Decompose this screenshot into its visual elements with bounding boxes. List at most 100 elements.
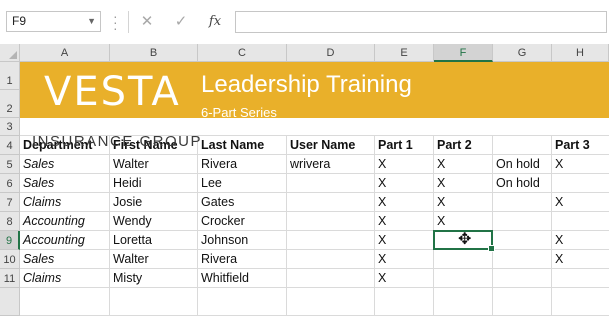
table-cell[interactable]: Wendy [110, 212, 198, 231]
row-header[interactable] [0, 288, 20, 316]
column-label-cell[interactable]: Part 2 [434, 136, 493, 155]
table-cell[interactable]: wrivera [287, 155, 375, 174]
row-number: 6 [6, 178, 13, 190]
select-all-button[interactable] [0, 44, 20, 62]
row-header[interactable]: 8 [0, 212, 20, 231]
table-cell[interactable]: X [375, 212, 434, 231]
row-header[interactable]: 6 [0, 174, 20, 193]
row-header[interactable]: 1 [0, 62, 20, 90]
table-cell[interactable]: Claims [20, 193, 110, 212]
table-cell[interactable]: Walter [110, 155, 198, 174]
table-cell[interactable] [434, 250, 493, 269]
table-cell[interactable]: Rivera [198, 250, 287, 269]
table-cell[interactable]: Loretta [110, 231, 198, 250]
table-cell[interactable] [552, 212, 609, 231]
table-cell[interactable] [287, 174, 375, 193]
formula-input[interactable] [235, 11, 607, 33]
table-cell[interactable]: Accounting [20, 231, 110, 250]
table-cell[interactable] [287, 212, 375, 231]
table-cell[interactable]: X [375, 155, 434, 174]
table-cell[interactable]: Misty [110, 269, 198, 288]
table-cell[interactable]: Johnson [198, 231, 287, 250]
table-cell[interactable]: X [375, 231, 434, 250]
table-cell[interactable] [434, 269, 493, 288]
row-number: 2 [6, 103, 13, 115]
row-header[interactable]: 11 [0, 269, 20, 288]
row-number: 5 [6, 159, 13, 171]
table-cell[interactable] [287, 231, 375, 250]
table-cell[interactable]: X [552, 193, 609, 212]
column-header[interactable]: E [375, 44, 434, 62]
row-header[interactable]: 2 [0, 90, 20, 118]
insert-function-button[interactable]: fx [202, 12, 228, 32]
row-header[interactable]: 9 [0, 231, 20, 250]
enter-icon[interactable]: ✓ [168, 12, 194, 32]
name-box[interactable]: F9 ▼ [6, 11, 101, 32]
table-cell[interactable]: X [552, 231, 609, 250]
table-cell[interactable]: X [375, 193, 434, 212]
table-cell[interactable]: Claims [20, 269, 110, 288]
table-cell[interactable]: Gates [198, 193, 287, 212]
banner-subtitle: 6-Part Series [201, 105, 277, 120]
row-number: 1 [6, 75, 13, 87]
table-cell[interactable] [287, 269, 375, 288]
table-cell[interactable] [552, 174, 609, 193]
table-cell[interactable]: Walter [110, 250, 198, 269]
grip-icon[interactable]: · · · [113, 9, 119, 35]
table-cell[interactable]: X [434, 155, 493, 174]
table-cell[interactable]: Sales [20, 174, 110, 193]
table-cell[interactable] [552, 269, 609, 288]
column-label-cell[interactable]: Part 3 [552, 136, 609, 155]
table-cell[interactable] [493, 269, 552, 288]
table-cell[interactable]: Sales [20, 250, 110, 269]
row-header[interactable]: 4 [0, 136, 20, 155]
table-cell[interactable] [493, 193, 552, 212]
table-cell[interactable]: X [552, 155, 609, 174]
table-cell[interactable]: X [375, 269, 434, 288]
column-header[interactable]: B [110, 44, 198, 62]
column-header[interactable]: F [434, 44, 493, 62]
row-header[interactable]: 5 [0, 155, 20, 174]
table-cell[interactable] [493, 231, 552, 250]
table-cell[interactable]: X [375, 174, 434, 193]
table-cell[interactable]: X [375, 250, 434, 269]
row-header[interactable]: 3 [0, 118, 20, 136]
table-cell[interactable]: X [434, 212, 493, 231]
table-cell[interactable] [287, 193, 375, 212]
cancel-icon[interactable]: ✕ [134, 12, 160, 32]
table-cell[interactable]: On hold [493, 155, 552, 174]
table-cell[interactable]: Whitfield [198, 269, 287, 288]
column-label-cell[interactable]: User Name [287, 136, 375, 155]
row-number: 11 [3, 273, 16, 285]
column-header[interactable]: H [552, 44, 609, 62]
column-header[interactable]: D [287, 44, 375, 62]
table-cell[interactable]: On hold [493, 174, 552, 193]
table-cell[interactable] [493, 250, 552, 269]
row-header[interactable]: 7 [0, 193, 20, 212]
table-cell[interactable]: Rivera [198, 155, 287, 174]
column-header[interactable]: A [20, 44, 110, 62]
table-cell[interactable]: Sales [20, 155, 110, 174]
table-cell[interactable]: Lee [198, 174, 287, 193]
company-logo: VESTA [44, 69, 181, 115]
column-header[interactable]: G [493, 44, 552, 62]
fill-handle[interactable] [488, 245, 495, 252]
table-cell[interactable]: Josie [110, 193, 198, 212]
formula-bar: F9 ▼ · · · ✕ ✓ fx [0, 0, 609, 44]
row-number: 4 [6, 140, 13, 152]
chevron-down-icon[interactable]: ▼ [87, 12, 96, 31]
column-header[interactable]: C [198, 44, 287, 62]
table-cell[interactable]: Crocker [198, 212, 287, 231]
divider [128, 11, 129, 33]
table-cell[interactable] [287, 250, 375, 269]
table-cell[interactable] [493, 212, 552, 231]
table-cell[interactable]: Heidi [110, 174, 198, 193]
table-cell[interactable]: X [552, 250, 609, 269]
table-cell[interactable]: X [434, 174, 493, 193]
column-label-cell[interactable]: Last Name [198, 136, 287, 155]
table-cell[interactable]: Accounting [20, 212, 110, 231]
row-header[interactable]: 10 [0, 250, 20, 269]
table-cell[interactable]: X [434, 193, 493, 212]
column-label-cell[interactable] [493, 136, 552, 155]
column-label-cell[interactable]: Part 1 [375, 136, 434, 155]
